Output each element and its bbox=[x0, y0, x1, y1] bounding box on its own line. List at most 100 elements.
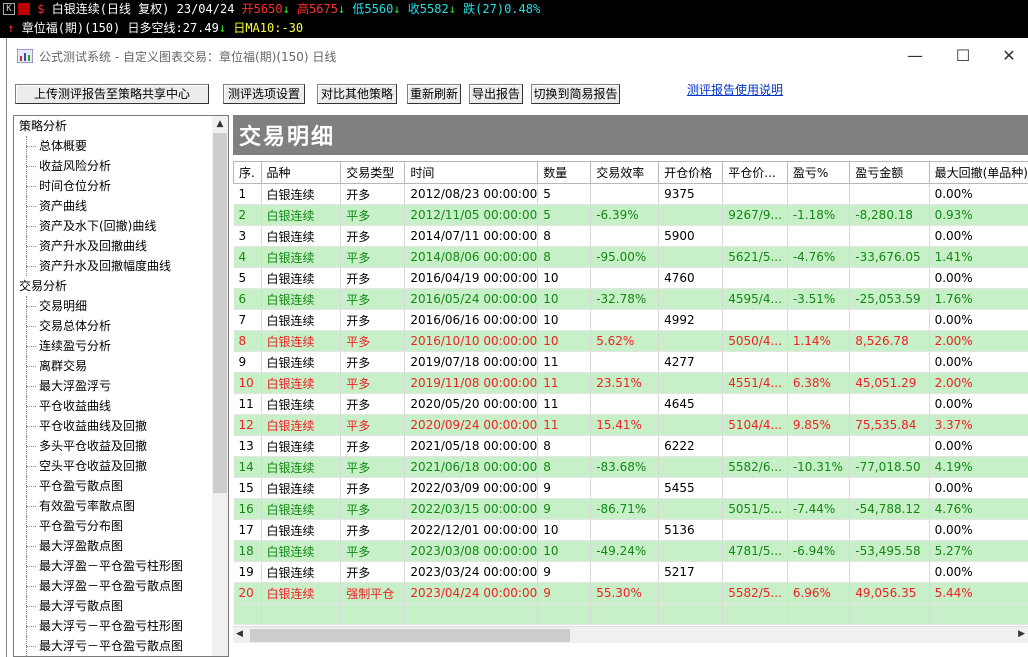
table-cell: 2021/05/18 00:00:00 bbox=[404, 435, 539, 457]
table-row[interactable]: 8 白银连续 平多 2016/10/10 00:00:00 10 5.62% 5050/4.… bbox=[233, 330, 1028, 352]
column-header[interactable]: 品种 bbox=[260, 161, 342, 184]
help-link[interactable]: 测评报告使用说明 bbox=[687, 81, 783, 98]
menu-box-icon[interactable]: K bbox=[3, 2, 15, 15]
upload-report-button[interactable]: 上传测评报告至策略共享中心 bbox=[15, 84, 209, 104]
tree-item[interactable]: 最大浮亏－平仓盈亏散点图 bbox=[14, 636, 212, 656]
table-row-empty bbox=[233, 603, 1028, 625]
tree-item[interactable]: 资产曲线 bbox=[14, 196, 212, 216]
column-header[interactable]: 交易类型 bbox=[340, 161, 406, 184]
table-row[interactable]: 3 白银连续 开多 2014/07/11 00:00:00 8 5900 0.00% bbox=[233, 225, 1028, 247]
table-row[interactable]: 5 白银连续 开多 2016/04/19 00:00:00 10 4760 0.00% bbox=[233, 267, 1028, 289]
table-row[interactable]: 20 白银连续 强制平仓 2023/04/24 00:00:00 9 55.30% 5582… bbox=[233, 582, 1028, 604]
scroll-thumb[interactable] bbox=[213, 133, 227, 493]
tree-item[interactable]: 最大浮亏－平仓盈亏柱形图 bbox=[14, 616, 212, 636]
table-row[interactable]: 17 白银连续 开多 2022/12/01 00:00:00 10 5136 0.00% bbox=[233, 519, 1028, 541]
tree-item[interactable]: 资产升水及回撤曲线 bbox=[14, 236, 212, 256]
refresh-button[interactable]: 重新刷新 bbox=[407, 84, 461, 104]
column-header[interactable]: 开仓价格 bbox=[658, 161, 724, 184]
table-cell bbox=[722, 309, 788, 331]
tree-item[interactable]: 收益风险分析 bbox=[14, 156, 212, 176]
tree-item[interactable]: 交易明细 bbox=[14, 296, 212, 316]
table-row[interactable]: 9 白银连续 开多 2019/07/18 00:00:00 11 4277 0.00% bbox=[233, 351, 1028, 373]
table-cell bbox=[590, 519, 660, 541]
table-cell: 白银连续 bbox=[261, 435, 342, 457]
tree-item[interactable]: 最大浮盈散点图 bbox=[14, 536, 212, 556]
table-cell: 2014/08/06 00:00:00 bbox=[404, 246, 539, 268]
table-row[interactable]: 12 白银连续 平多 2020/09/24 00:00:00 11 15.41% 5104/… bbox=[233, 414, 1028, 436]
scroll-left-icon[interactable]: ◀ bbox=[236, 629, 243, 639]
column-header[interactable]: 数量 bbox=[537, 161, 592, 184]
table-cell: 8 bbox=[233, 330, 262, 352]
table-cell: 0.00% bbox=[929, 477, 1028, 499]
tree-group[interactable]: 交易分析 bbox=[14, 276, 212, 296]
column-header[interactable]: 盈亏金额 bbox=[849, 161, 930, 184]
tree-item[interactable]: 平仓盈亏分布图 bbox=[14, 516, 212, 536]
tree-item[interactable]: 平仓盈亏散点图 bbox=[14, 476, 212, 496]
column-header[interactable]: 时间 bbox=[404, 161, 539, 184]
scroll-right-icon[interactable]: ▶ bbox=[1018, 629, 1025, 639]
table-cell: 平多 bbox=[340, 498, 406, 520]
tree-group[interactable]: 策略分析 bbox=[14, 116, 212, 136]
table-row[interactable]: 13 白银连续 开多 2021/05/18 00:00:00 8 6222 0.00% bbox=[233, 435, 1028, 457]
tree-item[interactable]: 资产及水下(回撤)曲线 bbox=[14, 216, 212, 236]
table-row[interactable]: 1 白银连续 开多 2012/08/23 00:00:00 5 9375 0.00% bbox=[233, 183, 1028, 205]
horizontal-scrollbar[interactable]: ◀ ▶ bbox=[233, 626, 1028, 643]
table-row[interactable]: 4 白银连续 平多 2014/08/06 00:00:00 8 -95.00% 5621/5… bbox=[233, 246, 1028, 268]
tree-item[interactable]: 离群交易 bbox=[14, 356, 212, 376]
tree-item[interactable]: 有效盈亏率散点图 bbox=[14, 496, 212, 516]
table-row[interactable]: 6 白银连续 平多 2016/05/24 00:00:00 10 -32.78% 4595/… bbox=[233, 288, 1028, 310]
tree-item[interactable]: 总体概要 bbox=[14, 136, 212, 156]
table-row[interactable]: 2 白银连续 平多 2012/11/05 00:00:00 5 -6.39% 9267/9.… bbox=[233, 204, 1028, 226]
simple-report-button[interactable]: 切换到简易报告 bbox=[531, 84, 620, 104]
compare-button[interactable]: 对比其他策略 bbox=[317, 84, 397, 104]
table-cell bbox=[849, 435, 930, 457]
close-button[interactable]: ✕ bbox=[987, 42, 1028, 70]
tree-item[interactable]: 空头平仓收益及回撤 bbox=[14, 456, 212, 476]
table-row[interactable]: 16 白银连续 平多 2022/03/15 00:00:00 9 -86.71% 5051/… bbox=[233, 498, 1028, 520]
table-cell bbox=[849, 183, 930, 205]
options-button[interactable]: 测评选项设置 bbox=[223, 84, 305, 104]
table-cell: 20 bbox=[233, 582, 262, 604]
column-header[interactable]: 交易效率 bbox=[590, 161, 660, 184]
tree-item[interactable]: 平仓收益曲线及回撤 bbox=[14, 416, 212, 436]
table-row[interactable]: 18 白银连续 平多 2023/03/08 00:00:00 10 -49.24% 4781… bbox=[233, 540, 1028, 562]
symbol-name: 白银连续(日线 复权) bbox=[51, 2, 170, 16]
tree-item[interactable]: 交易总体分析 bbox=[14, 316, 212, 336]
table-cell: 16 bbox=[233, 498, 262, 520]
table-row[interactable]: 14 白银连续 平多 2021/06/18 00:00:00 8 -83.68% 5582/… bbox=[233, 456, 1028, 478]
column-header[interactable]: 平仓价... bbox=[722, 161, 788, 184]
ticker-line-2: ↑ 章位福(期)(150) 日多空线:27.49↓ 日MA10:-30 bbox=[0, 19, 303, 38]
tree-item[interactable]: 平仓收益曲线 bbox=[14, 396, 212, 416]
sidebar-scrollbar[interactable]: ▲ bbox=[212, 116, 228, 656]
table-cell: 4277 bbox=[658, 351, 724, 373]
tree-item[interactable]: 连续盈亏分析 bbox=[14, 336, 212, 356]
tree-item[interactable]: 资产升水及回撤幅度曲线 bbox=[14, 256, 212, 276]
tree-item[interactable]: 最大浮盈－平仓盈亏柱形图 bbox=[14, 556, 212, 576]
minimize-button[interactable]: — bbox=[893, 42, 937, 70]
column-header[interactable]: 最大回撤(单品种) bbox=[928, 161, 1028, 184]
table-row[interactable]: 10 白银连续 平多 2019/11/08 00:00:00 11 23.51% 4551/… bbox=[233, 372, 1028, 394]
maximize-button[interactable]: ☐ bbox=[941, 42, 985, 70]
close-box-icon[interactable] bbox=[18, 2, 30, 15]
table-row[interactable]: 7 白银连续 开多 2016/06/16 00:00:00 10 4992 0.00% bbox=[233, 309, 1028, 331]
table-row[interactable]: 15 白银连续 开多 2022/03/09 00:00:00 9 5455 0.00% bbox=[233, 477, 1028, 499]
table-row[interactable]: 11 白银连续 开多 2020/05/20 00:00:00 11 4645 0.00% bbox=[233, 393, 1028, 415]
tree-item[interactable]: 最大浮亏散点图 bbox=[14, 596, 212, 616]
tree-item[interactable]: 多头平仓收益及回撤 bbox=[14, 436, 212, 456]
scroll-up-icon[interactable]: ▲ bbox=[212, 116, 228, 132]
export-button[interactable]: 导出报告 bbox=[469, 84, 523, 104]
table-cell bbox=[787, 267, 851, 289]
title-bar[interactable]: 公式测试系统 - 自定义图表交易：章位福(期)(150) 日线 — ☐ ✕ bbox=[7, 38, 1028, 74]
scroll-thumb[interactable] bbox=[250, 629, 570, 642]
table-row[interactable]: 19 白银连续 开多 2023/03/24 00:00:00 9 5217 0.00% bbox=[233, 561, 1028, 583]
tree-item[interactable]: 最大浮盈浮亏 bbox=[14, 376, 212, 396]
table-cell: 12 bbox=[233, 414, 262, 436]
table-cell: 2016/10/10 00:00:00 bbox=[404, 330, 539, 352]
tree-item[interactable]: 时间仓位分析 bbox=[14, 176, 212, 196]
column-header[interactable]: 盈亏% bbox=[786, 161, 851, 184]
column-header[interactable]: 序. bbox=[233, 161, 262, 184]
table-cell bbox=[787, 561, 851, 583]
table-cell: 75,535.84 bbox=[849, 414, 930, 436]
tree-item[interactable]: 最大浮盈－平仓盈亏散点图 bbox=[14, 576, 212, 596]
table-cell: 0.00% bbox=[929, 519, 1028, 541]
